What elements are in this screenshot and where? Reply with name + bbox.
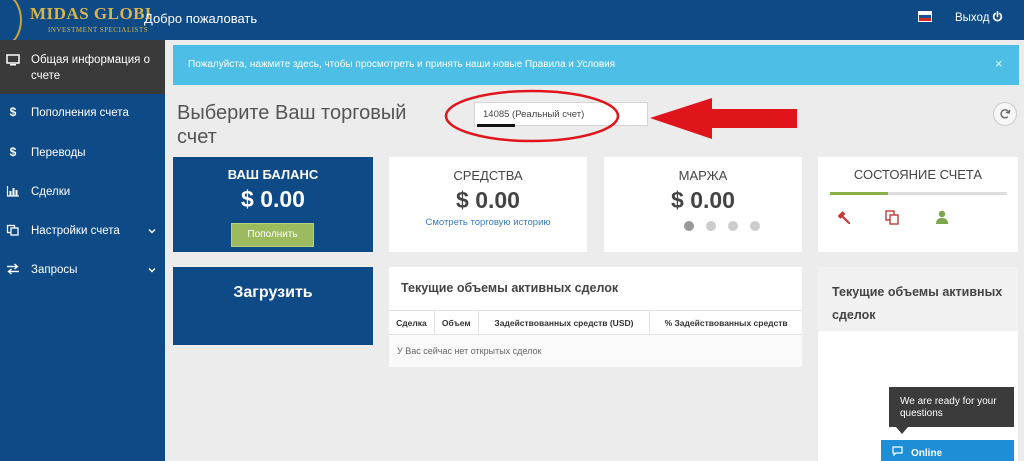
carousel-dot[interactable] [728, 221, 738, 231]
refresh-icon [1000, 109, 1011, 119]
exchange-icon [7, 263, 19, 275]
chat-tooltip-arrow [896, 427, 908, 434]
bar-chart-icon [6, 186, 19, 197]
balance-title: ВАШ БАЛАНС [227, 167, 319, 182]
sidebar-item-deposits[interactable]: $ Пополнения счета [0, 98, 165, 128]
documents-icon[interactable] [884, 209, 900, 225]
dollar-icon: $ [9, 145, 17, 159]
margin-value: $ 0.00 [671, 187, 735, 213]
sidebar-item-label: Общая информация о счете [31, 54, 150, 82]
chevron-down-icon [148, 268, 156, 273]
logo-arc [0, 0, 22, 40]
column-header[interactable]: Задействованных средств (USD) [478, 310, 651, 335]
sidebar-item-overview[interactable]: Общая информация о счете [0, 40, 165, 94]
logo[interactable]: MIDAS GLOBE INVESTMENT SPECIALISTS [0, 0, 150, 40]
refresh-button[interactable] [993, 102, 1017, 126]
logout-link[interactable]: Выход [955, 12, 989, 24]
chevron-down-icon [148, 229, 156, 234]
margin-title: МАРЖА [678, 168, 728, 183]
russian-flag-icon[interactable] [918, 11, 932, 22]
dollar-icon: $ [9, 105, 17, 119]
page-title: Выберите Ваш торговый счет [177, 102, 407, 148]
terms-alert[interactable]: Пожалуйста, нажмите здесь, чтобы просмот… [173, 45, 1019, 85]
column-header[interactable]: % Задействованных средств [649, 310, 802, 335]
sidebar-item-label: Переводы [31, 147, 86, 159]
annotation-highlight [444, 89, 797, 143]
sidebar-item-label: Пополнения счета [31, 107, 129, 119]
alert-text[interactable]: Пожалуйста, нажмите здесь, чтобы просмот… [188, 59, 615, 70]
sidebar-item-deals[interactable]: Сделки [0, 177, 165, 207]
upload-title[interactable]: Загрузить [173, 284, 373, 302]
balance-card: ВАШ БАЛАНС $ 0.00 Пополнить [173, 157, 373, 252]
carousel-dot[interactable] [684, 221, 694, 231]
sidebar-item-label: Сделки [31, 186, 71, 198]
column-header[interactable]: Сделка [389, 310, 435, 335]
close-icon[interactable]: × [995, 56, 1003, 71]
empty-deals-message: У Вас сейчас нет открытых сделок [389, 334, 802, 367]
sidebar-item-requests[interactable]: Запросы [0, 255, 165, 285]
copy-icon [6, 224, 19, 236]
account-status-card: СОСТОЯНИЕ СЧЕТА [818, 157, 1018, 252]
active-deals-title: Текущие объемы активных сделок [401, 281, 619, 295]
sidebar-item-transfers[interactable]: $ Переводы [0, 138, 165, 168]
carousel-dot[interactable] [706, 221, 716, 231]
account-status-progress-fill [830, 192, 889, 195]
carousel-dot[interactable] [750, 221, 760, 231]
margin-card: МАРЖА $ 0.00 [604, 157, 802, 252]
monitor-icon [6, 54, 20, 66]
funds-card: СРЕДСТВА $ 0.00 Смотреть торговую истори… [389, 157, 587, 252]
account-status-progress [830, 192, 1007, 195]
funds-title: СРЕДСТВА [453, 168, 523, 183]
account-status-title: СОСТОЯНИЕ СЧЕТА [853, 167, 983, 182]
logo-subtitle: INVESTMENT SPECIALISTS [48, 26, 149, 34]
sidebar-item-label: Запросы [31, 264, 78, 276]
chat-online-button[interactable]: Online [881, 440, 1014, 461]
chat-tooltip[interactable]: We are ready for your questions [889, 387, 1014, 427]
column-header[interactable]: Объем [434, 310, 479, 335]
power-icon[interactable] [992, 11, 1003, 22]
active-deals-panel: Текущие объемы активных сделок Сделка Об… [389, 267, 802, 367]
upload-card[interactable]: Загрузить [173, 267, 373, 345]
welcome-text: Добро пожаловать [144, 11, 258, 26]
sidebar-item-account-settings[interactable]: Настройки счета [0, 216, 165, 246]
top-up-button[interactable]: Пополнить [231, 223, 314, 247]
gavel-icon[interactable] [835, 209, 851, 225]
top-bar: MIDAS GLOBE INVESTMENT SPECIALISTS Добро… [0, 0, 1024, 40]
sidebar: Общая информация о счете $ Пополнения сч… [0, 40, 165, 461]
chat-online-label: Online [911, 448, 943, 459]
sidebar-item-label: Настройки счета [31, 225, 120, 237]
chat-bubble-icon [892, 446, 903, 456]
right-panel-title: Текущие объемы активных сделок [832, 285, 1003, 322]
trade-history-link[interactable]: Смотреть торговую историю [389, 217, 587, 228]
user-icon[interactable] [934, 209, 950, 225]
balance-value: $ 0.00 [241, 186, 305, 212]
active-deals-table: Сделка Объем Задействованных средств (US… [389, 310, 802, 367]
logo-name: MIDAS GLOBE [30, 4, 150, 23]
funds-value: $ 0.00 [456, 187, 520, 213]
right-active-deals-panel: Текущие объемы активных сделок [818, 267, 1018, 461]
